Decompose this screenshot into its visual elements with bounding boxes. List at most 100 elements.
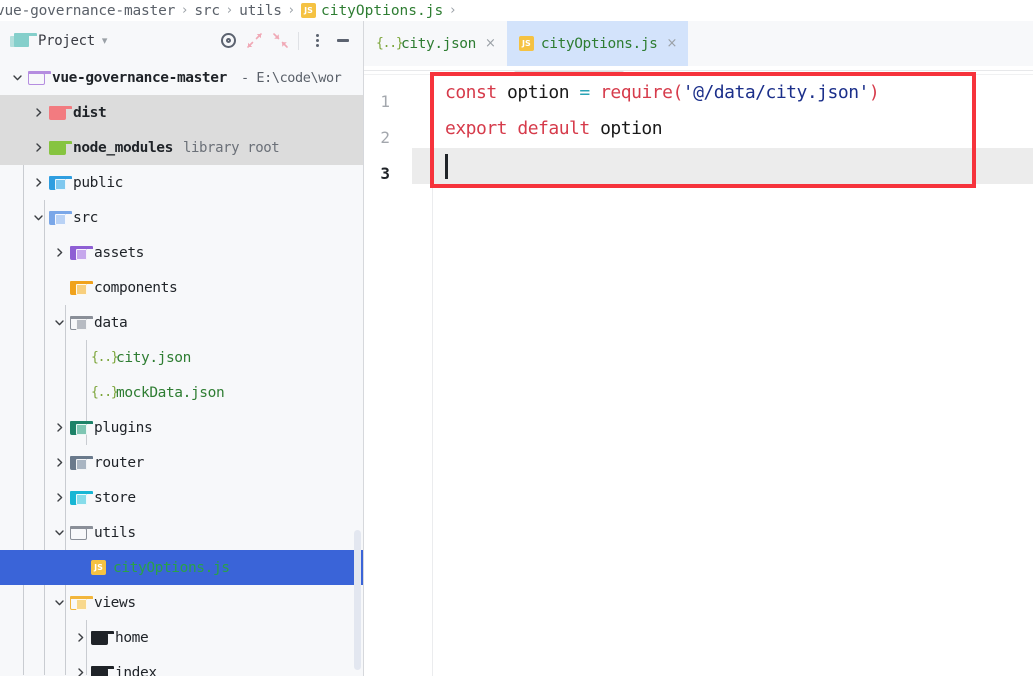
folder-badge-icon xyxy=(55,178,66,190)
folder-green-icon xyxy=(49,140,72,155)
chevron-right-icon[interactable] xyxy=(31,106,45,120)
text-caret xyxy=(445,154,448,179)
chevron-down-icon[interactable] xyxy=(52,526,66,540)
json-file-icon: {..} xyxy=(376,36,404,51)
tab-cityoptions-js[interactable]: JS cityOptions.js × xyxy=(506,21,689,66)
gutter-divider xyxy=(432,75,433,676)
folder-badge-icon xyxy=(76,283,87,295)
chevron-right-icon[interactable] xyxy=(31,176,45,190)
tree-row[interactable]: node_modules library root xyxy=(0,130,364,165)
code-token: export xyxy=(445,118,508,139)
project-toolwindow-header: Project ▾ xyxy=(0,21,364,60)
code-token: const xyxy=(445,82,497,103)
tab-city-json[interactable]: {..} city.json × xyxy=(364,21,507,66)
chevron-right-icon[interactable] xyxy=(31,141,45,155)
chevron-right-icon[interactable] xyxy=(52,491,66,505)
line-number-gutter: 1 2 3 xyxy=(364,75,412,676)
tree-row[interactable]: vue-governance-master - E:\code\wor xyxy=(0,60,364,95)
js-file-icon: JS xyxy=(518,36,534,51)
hide-toolwindow-icon[interactable] xyxy=(330,28,356,54)
expand-all-icon[interactable] xyxy=(241,28,267,54)
folder-purple-icon xyxy=(70,245,93,260)
editor-top-rule xyxy=(364,70,1033,71)
tree-row[interactable]: utils xyxy=(0,515,364,550)
code-line[interactable]: const option = require('@/data/city.json… xyxy=(445,75,880,111)
tree-node-label: router xyxy=(94,454,144,471)
sidebar-scrollbar-thumb[interactable] xyxy=(354,530,361,670)
line-number: 1 xyxy=(380,92,390,111)
close-icon[interactable]: × xyxy=(485,37,496,50)
project-tree-nodes: vue-governance-master - E:\code\wor dist no… xyxy=(0,60,364,676)
sidebar-scrollbar[interactable] xyxy=(354,60,363,676)
breadcrumb-item-project[interactable]: vue-governance-master xyxy=(0,3,175,19)
chevron-right-icon[interactable] xyxy=(52,456,66,470)
tree-row[interactable]: dist xyxy=(0,95,364,130)
breadcrumb-separator-icon: › xyxy=(288,3,294,18)
close-icon[interactable]: × xyxy=(667,37,678,50)
tree-row[interactable]: views xyxy=(0,585,364,620)
select-opened-file-icon[interactable] xyxy=(215,28,241,54)
tree-row[interactable]: plugins xyxy=(0,410,364,445)
toolwindow-actions xyxy=(215,21,364,60)
tree-node-label: index xyxy=(115,664,157,676)
breadcrumb-separator-icon: › xyxy=(226,3,233,18)
folder-slate-icon xyxy=(70,455,93,470)
breadcrumb-item-src[interactable]: src xyxy=(194,3,220,19)
tree-row[interactable]: index xyxy=(0,655,364,676)
chevron-right-icon[interactable] xyxy=(52,421,66,435)
tree-node-label: vue-governance-master xyxy=(52,69,227,86)
folder-darkgreen-icon xyxy=(70,420,93,435)
chevron-down-icon[interactable] xyxy=(10,71,24,85)
tree-node-label: src xyxy=(73,209,98,226)
project-tree[interactable]: vue-governance-master - E:\code\wor dist no… xyxy=(0,60,364,676)
code-editor[interactable]: 1 2 3 const option = require('@/data/cit… xyxy=(364,66,1033,676)
code-line[interactable]: export default option xyxy=(445,111,663,147)
tree-row[interactable]: {..} mockData.json xyxy=(0,375,364,410)
tree-node-annotation: library root xyxy=(182,139,280,156)
tree-node-label: assets xyxy=(94,244,144,261)
folder-gray-icon xyxy=(70,315,93,330)
more-options-icon[interactable] xyxy=(304,28,330,54)
tree-node-label: store xyxy=(94,489,136,506)
tree-row[interactable]: data xyxy=(0,305,364,340)
tree-row[interactable]: router xyxy=(0,445,364,480)
chevron-down-icon[interactable] xyxy=(52,596,66,610)
tree-row[interactable]: assets xyxy=(0,235,364,270)
tree-node-label: public xyxy=(73,174,123,191)
current-line-highlight xyxy=(364,148,1033,184)
tree-row[interactable]: home xyxy=(0,620,364,655)
tree-row[interactable]: store xyxy=(0,480,364,515)
tree-row[interactable]: JS cityOptions.js xyxy=(0,550,364,585)
chevron-down-icon[interactable]: ▾ xyxy=(102,35,108,46)
code-token: option xyxy=(507,82,570,103)
tree-row[interactable]: components xyxy=(0,270,364,305)
json-file-icon: {..} xyxy=(91,350,119,365)
chevron-right-icon[interactable] xyxy=(52,246,66,260)
breadcrumb-item-utils[interactable]: utils xyxy=(239,3,282,19)
breadcrumb-item-file[interactable]: cityOptions.js xyxy=(321,3,443,19)
folder-badge-icon xyxy=(76,248,87,260)
tree-row[interactable]: src xyxy=(0,200,364,235)
collapse-all-icon[interactable] xyxy=(267,28,293,54)
tree-node-path: - E:\code\wor xyxy=(240,69,342,86)
chevron-right-icon[interactable] xyxy=(73,666,87,676)
folder-black-icon xyxy=(91,665,114,676)
folder-badge-icon xyxy=(76,318,87,330)
folder-outline-icon xyxy=(70,525,93,540)
code-token: default xyxy=(517,118,590,139)
code-token: = xyxy=(579,82,590,103)
tree-node-label: utils xyxy=(94,524,136,541)
folder-black-icon xyxy=(91,630,114,645)
folder-red-icon xyxy=(49,105,72,120)
chevron-right-icon[interactable] xyxy=(73,631,87,645)
breadcrumb: vue-governance-master › src › utils › JS… xyxy=(0,0,1033,21)
chevron-down-icon[interactable] xyxy=(52,316,66,330)
tree-row[interactable]: public xyxy=(0,165,364,200)
chevron-down-icon[interactable] xyxy=(31,211,45,225)
tree-row[interactable]: {..} city.json xyxy=(0,340,364,375)
project-folder-icon xyxy=(10,32,37,49)
tree-node-label: cityOptions.js xyxy=(113,559,230,576)
